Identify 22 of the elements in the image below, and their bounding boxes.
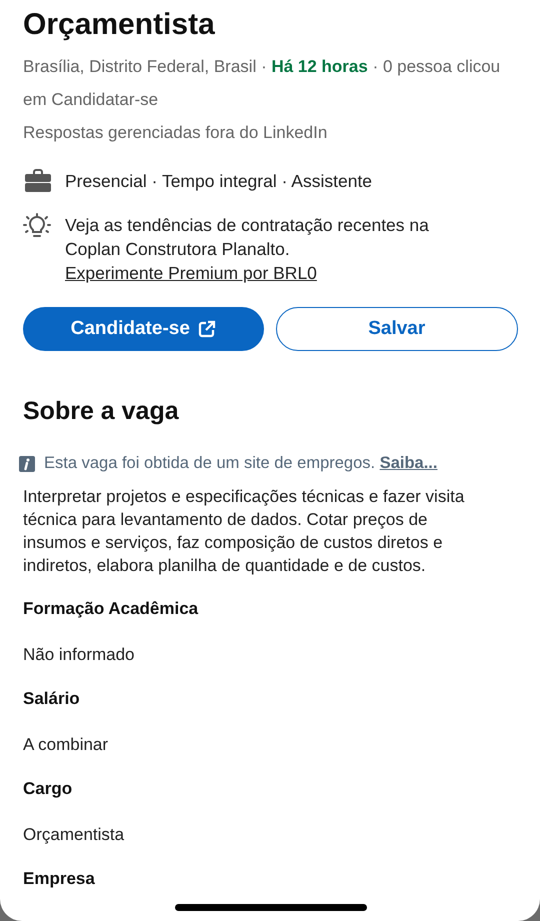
source-notice: Esta vaga foi obtida de um site de empregos. Saiba... — [44, 454, 438, 473]
save-button[interactable]: Salvar — [276, 307, 518, 351]
field-label: Empresa — [23, 868, 96, 890]
learn-more-link[interactable]: Saiba... — [380, 454, 438, 472]
premium-link[interactable]: Experimente Premium por BRL0 — [65, 263, 317, 283]
info-icon — [19, 456, 35, 472]
field-label: Formação Acadêmica — [23, 598, 200, 620]
field-value: A combinar — [23, 734, 110, 756]
responses-note: Respostas gerenciadas fora do LinkedIn — [23, 122, 328, 144]
workplace-type: Presencial · Tempo integral · Assistente — [65, 170, 372, 193]
field-label: Cargo — [23, 778, 74, 800]
apply-button[interactable]: Candidate-se — [23, 307, 264, 351]
job-description: Interpretar projetos e especificações técnicas e fazer visita técnica para levantamento de dados. Cotar preços de insumos e serviços, faz composição de custos diretos e indiretos, elabora planilha de quantidade e de custos. — [23, 486, 466, 577]
field-label: Salário — [23, 688, 81, 710]
job-title: Orçamentista — [23, 7, 216, 43]
briefcase-icon — [25, 169, 51, 193]
hiring-trends-text: Veja as tendências de contratação recentes na Coplan Construtora Planalto. Experimente Premium por BRL0 — [65, 214, 430, 285]
home-indicator[interactable] — [175, 904, 367, 911]
section-heading: Sobre a vaga — [23, 397, 180, 426]
job-meta: Brasília, Distrito Federal, Brasil · Há 12 horas · 0 pessoa clicou em Candidatar-se — [23, 56, 501, 111]
field-value: Orçamentista — [23, 824, 126, 846]
field-value: Não informado — [23, 644, 136, 666]
